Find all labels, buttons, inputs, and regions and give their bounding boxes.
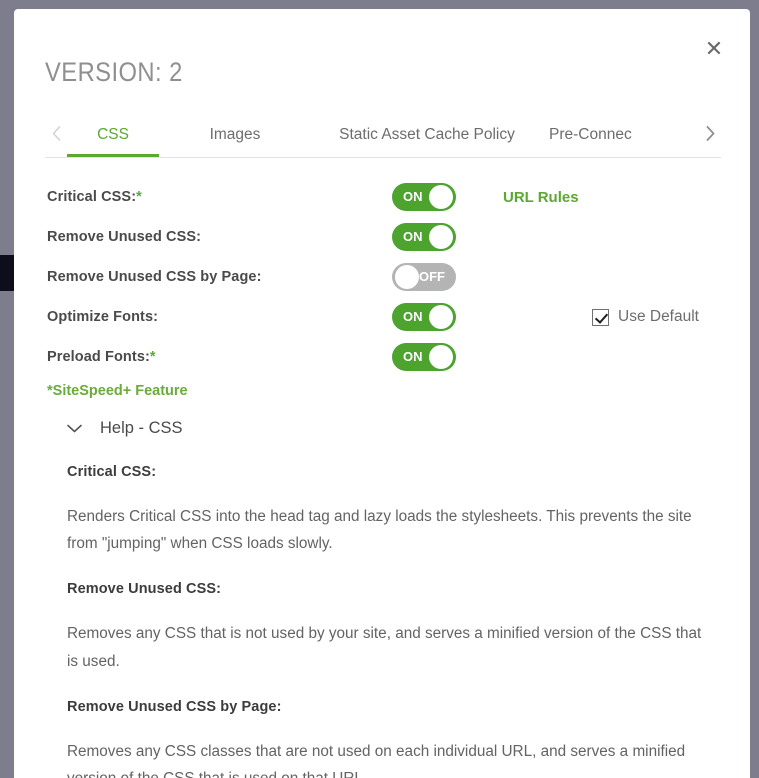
- sitespeed-star: *: [149, 349, 156, 365]
- toggle-knob: [429, 345, 453, 369]
- toggle-state-label: OFF: [419, 269, 445, 284]
- checkbox-icon[interactable]: [592, 308, 609, 326]
- background-overlay-right: [749, 0, 759, 778]
- help-accordion-header[interactable]: Help - CSS: [66, 419, 183, 438]
- help-heading: Critical CSS:: [67, 464, 157, 480]
- setting-label-optimize-fonts: Optimize Fonts:: [47, 309, 159, 325]
- toggle-remove-unused-css-by-page[interactable]: OFF: [392, 263, 456, 291]
- tab-bar: CSS Images Static Asset Cache Policy Pre…: [45, 113, 721, 158]
- chevron-right-icon[interactable]: [699, 113, 721, 153]
- version-settings-modal: ✕ VERSION: 2 CSS Images Static Asset Cac…: [14, 9, 750, 778]
- tab-static-asset-cache-policy[interactable]: Static Asset Cache Policy: [311, 113, 543, 157]
- toggle-knob: [395, 265, 419, 289]
- help-paragraph: Removes any CSS that is not used by your…: [67, 625, 702, 670]
- toggle-preload-fonts[interactable]: ON: [392, 343, 456, 371]
- setting-row-optimize-fonts: Optimize Fonts: ON Use Default: [47, 297, 723, 337]
- help-heading: Remove Unused CSS by Page:: [67, 698, 282, 715]
- toggle-knob: [429, 185, 453, 209]
- chevron-left-icon[interactable]: [45, 113, 67, 153]
- tab-list: CSS Images Static Asset Cache Policy Pre…: [67, 113, 699, 157]
- tab-images[interactable]: Images: [159, 113, 311, 157]
- setting-row-remove-unused-css: Remove Unused CSS: ON: [47, 217, 723, 257]
- setting-extra-optimize-fonts: Use Default: [503, 308, 699, 326]
- toggle-remove-unused-css[interactable]: ON: [392, 223, 456, 251]
- tab-css[interactable]: CSS: [67, 113, 159, 157]
- toggle-optimize-fonts[interactable]: ON: [392, 303, 456, 331]
- setting-row-critical-css: Critical CSS:* ON URL Rules: [47, 177, 723, 217]
- setting-row-remove-unused-css-by-page: Remove Unused CSS by Page: OFF: [47, 257, 723, 297]
- setting-extra-critical-css: URL Rules: [503, 189, 579, 206]
- toggle-state-label: ON: [403, 189, 423, 204]
- url-rules-link[interactable]: URL Rules: [503, 189, 579, 206]
- use-default-label: Use Default: [618, 308, 699, 325]
- help-paragraph: Renders Critical CSS into the head tag a…: [67, 508, 692, 553]
- use-default-checkbox-wrap[interactable]: Use Default: [592, 308, 699, 326]
- page-title: VERSION: 2: [45, 57, 183, 87]
- toggle-state-label: ON: [403, 309, 423, 324]
- help-paragraph: Removes any CSS classes that are not use…: [67, 742, 686, 778]
- setting-label-remove-unused-css-by-page: Remove Unused CSS by Page:: [47, 269, 262, 285]
- sitespeed-feature-note: *SiteSpeed+ Feature: [47, 383, 188, 399]
- setting-label-preload-fonts: Preload Fonts:*: [47, 349, 156, 365]
- help-heading: Remove Unused CSS:: [67, 581, 222, 598]
- toggle-state-label: ON: [403, 349, 423, 364]
- setting-label-remove-unused-css: Remove Unused CSS:: [47, 229, 202, 245]
- toggle-critical-css[interactable]: ON: [392, 183, 456, 211]
- setting-label-critical-css: Critical CSS:*: [47, 189, 142, 205]
- close-icon[interactable]: ✕: [700, 35, 728, 63]
- tab-pre-connect[interactable]: Pre-Connec: [543, 113, 683, 157]
- setting-row-preload-fonts: Preload Fonts:* ON: [47, 337, 723, 377]
- help-content: Critical CSS: Renders Critical CSS into …: [67, 464, 715, 778]
- settings-list: Critical CSS:* ON URL Rules Remove Unuse…: [47, 177, 723, 377]
- sitespeed-star: *: [136, 189, 142, 205]
- help-accordion-title: Help - CSS: [100, 419, 183, 437]
- toggle-knob: [429, 225, 453, 249]
- chevron-down-icon: [66, 423, 83, 434]
- toggle-state-label: ON: [403, 229, 423, 244]
- toggle-knob: [429, 305, 453, 329]
